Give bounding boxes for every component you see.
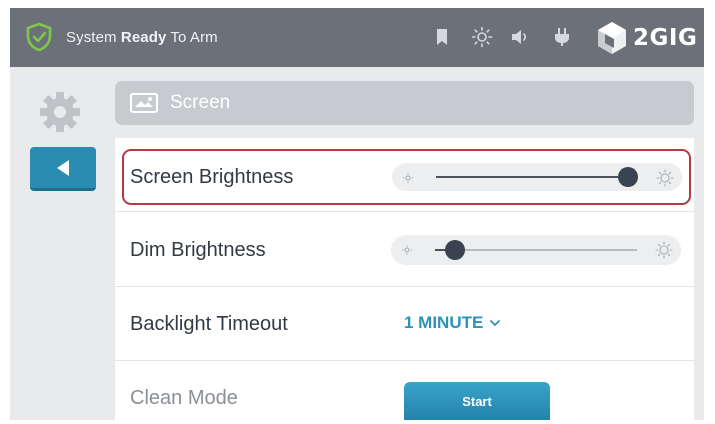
back-arrow-icon [57, 159, 69, 176]
screen-brightness-slider[interactable] [392, 163, 682, 191]
gear-icon[interactable] [38, 90, 82, 134]
chevron-down-icon [490, 319, 501, 326]
slider-thumb[interactable] [445, 240, 466, 260]
setting-label: Screen Brightness [130, 166, 294, 188]
shield-check-icon[interactable] [26, 22, 52, 52]
setting-label: Backlight Timeout [130, 313, 288, 335]
clean-mode-start-button[interactable]: Start [404, 382, 550, 420]
settings-list: Screen Brightness Dim Brightness Backlig… [115, 138, 694, 420]
system-status: System Ready To Arm [66, 29, 218, 46]
dim-brightness-slider[interactable] [391, 235, 681, 265]
setting-label: Clean Mode [130, 387, 238, 409]
status-bar: System Ready To Arm 2GIG [10, 8, 704, 67]
2gig-logo-icon [598, 22, 626, 54]
slider-fill [436, 176, 628, 178]
setting-row-screen-brightness[interactable]: Screen Brightness [122, 149, 691, 205]
status-bold: Ready [120, 29, 167, 46]
section-title: Screen [170, 92, 231, 113]
brightness-high-icon [656, 169, 674, 187]
power-plug-icon[interactable] [551, 26, 573, 48]
slider-thumb[interactable] [617, 167, 638, 187]
slider-track [436, 167, 638, 187]
brightness-low-icon [402, 245, 412, 255]
screen-icon [130, 93, 158, 113]
screen-settings-panel: System Ready To Arm 2GIG Screen Screen B… [10, 8, 704, 420]
back-button[interactable] [30, 147, 96, 191]
slider-track [435, 240, 637, 260]
timeout-value: 1 MINUTE [404, 313, 484, 332]
bookmark-icon[interactable] [431, 26, 453, 48]
brightness-high-icon [655, 241, 673, 259]
section-header: Screen [115, 81, 694, 125]
brand-logo: 2GIG [595, 18, 697, 58]
setting-label: Dim Brightness [130, 239, 266, 261]
brand-name: 2GIG [633, 25, 698, 51]
setting-row-dim-brightness[interactable]: Dim Brightness [115, 213, 694, 287]
backlight-timeout-dropdown[interactable]: 1 MINUTE [404, 313, 501, 333]
volume-icon[interactable] [509, 26, 531, 48]
status-prefix: System [66, 29, 121, 46]
brightness-low-icon [403, 173, 413, 183]
status-suffix: To Arm [166, 29, 218, 46]
brightness-icon[interactable] [471, 26, 493, 48]
